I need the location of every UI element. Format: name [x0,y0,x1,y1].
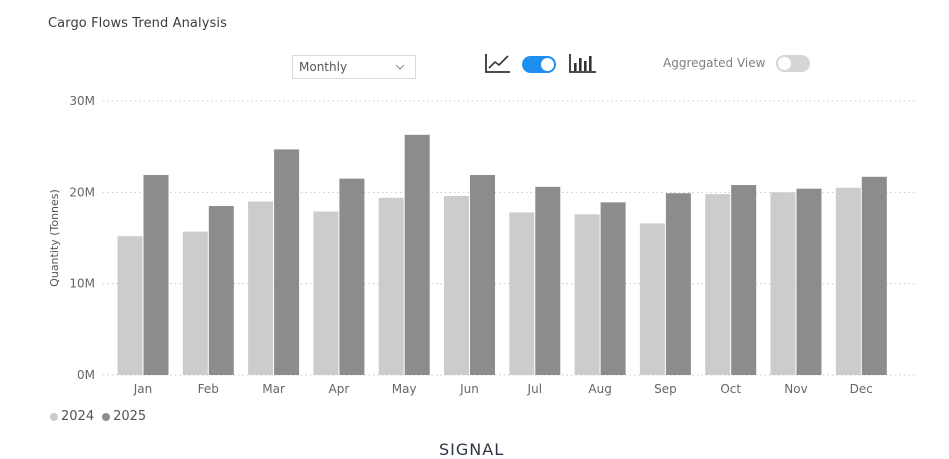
bar-2025-jun [470,174,495,375]
legend-item-2025[interactable]: 2025 [102,409,146,424]
x-tick-label: Apr [329,382,350,396]
legend-dot-2025 [102,412,111,421]
bar-2025-nov [796,188,822,375]
x-tick-label: Feb [198,382,219,396]
bar-2024-feb [182,231,208,375]
bar-2025-dec [861,176,887,375]
legend-label-2025: 2025 [113,409,147,424]
x-tick-label: Jan [133,382,153,396]
bar-2024-apr [313,211,339,375]
bar-2024-jan [117,236,143,375]
x-tick-label: Mar [262,382,285,396]
brand-logo: SIGNAL [439,440,505,459]
bar-2025-mar [274,149,300,375]
bar-2025-oct [731,185,757,375]
bar-2025-feb [208,206,234,375]
y-tick-label: 10M [69,277,95,291]
x-tick-label: Dec [850,382,873,396]
x-tick-label: Aug [588,382,611,396]
x-tick-label: Jul [527,382,542,396]
x-tick-label: Sep [654,382,677,396]
bar-2025-aug [600,202,626,375]
bar-2024-may [378,197,404,375]
bar-2024-sep [639,223,665,375]
bar-2025-apr [339,178,365,375]
bar-2025-sep [665,193,691,375]
bar-2025-jul [535,186,561,375]
x-tick-label: May [392,382,417,396]
x-tick-label: Oct [720,382,741,396]
legend-item-2024[interactable]: 2024 [50,409,94,424]
bar-2024-nov [770,192,796,375]
bar-2024-dec [835,187,861,375]
bar-2024-oct [705,194,731,375]
bar-2024-aug [574,214,600,375]
bar-2025-jan [143,174,169,375]
y-tick-label: 30M [69,94,95,108]
bar-2024-jun [444,195,469,375]
y-tick-label: 20M [69,185,95,199]
bar-2025-may [404,134,430,375]
y-axis-label: Quantity (Tonnes) [48,189,61,287]
bar-2024-jul [509,212,535,375]
x-tick-label: Nov [784,382,807,396]
legend-label-2024: 2024 [61,409,95,424]
bar-2024-mar [248,201,274,375]
legend-dot-2024 [50,412,58,421]
x-tick-label: Jun [459,382,479,396]
bar-chart: 0M 10M 20M 30M Quantity (Tonnes) Jan Feb Mar Apr… [48,94,915,396]
chart-legend: 2024 2025 [50,409,146,424]
y-tick-label: 0M [77,368,95,382]
